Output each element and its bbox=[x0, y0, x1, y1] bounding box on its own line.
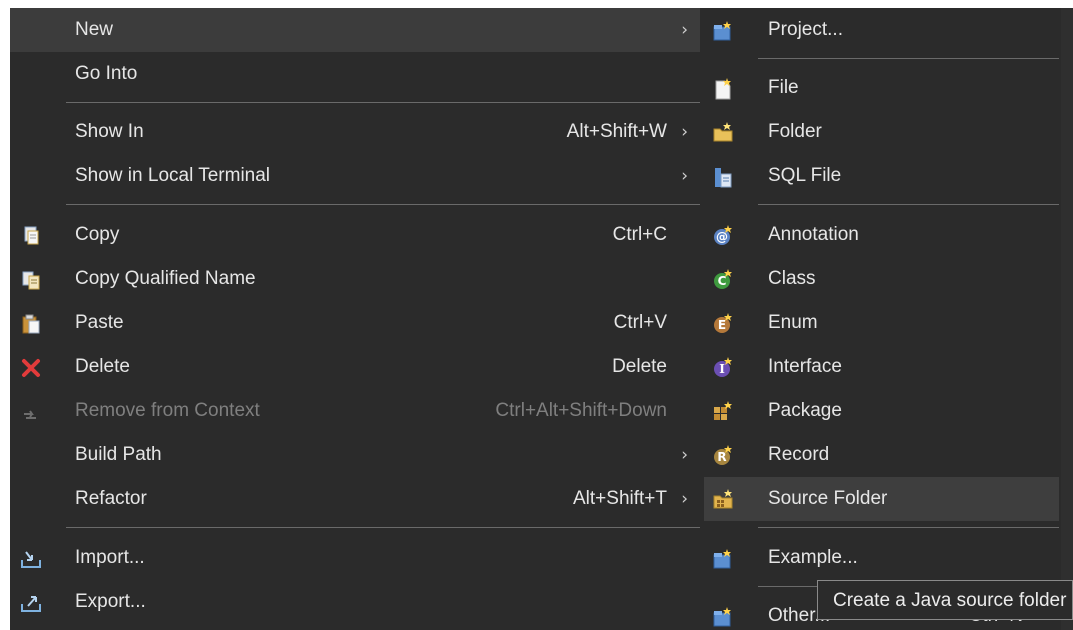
menu-item-label: Show In bbox=[75, 121, 144, 142]
menu-item-label: Copy Qualified Name bbox=[75, 268, 256, 289]
tooltip-text: Create a Java source folder bbox=[833, 590, 1067, 611]
menu-item-show-in[interactable]: Show In Alt+Shift+W › bbox=[10, 110, 700, 154]
menu-item-label: Go Into bbox=[75, 63, 138, 84]
submenu-item-label: Record bbox=[768, 444, 830, 465]
new-package-icon bbox=[714, 401, 732, 420]
submenu-arrow-icon: › bbox=[681, 445, 688, 465]
menu-item-delete[interactable]: Delete Delete bbox=[10, 345, 700, 389]
paste-icon bbox=[22, 314, 40, 334]
menu-item-shortcut: Ctrl+C bbox=[612, 224, 667, 245]
menu-item-shortcut: Ctrl+Alt+Shift+Down bbox=[495, 400, 667, 421]
new-class-icon: C bbox=[714, 269, 732, 289]
menu-item-go-into[interactable]: Go Into bbox=[10, 52, 700, 96]
menu-item-shortcut: Alt+Shift+T bbox=[573, 488, 667, 509]
submenu-item-project[interactable]: Project... bbox=[700, 8, 1073, 52]
menu-item-label: Paste bbox=[75, 312, 124, 333]
menu-item-paste[interactable]: Paste Ctrl+V bbox=[10, 301, 700, 345]
menu-separator bbox=[758, 204, 1059, 205]
submenu-item-class[interactable]: C Class bbox=[700, 257, 1073, 301]
submenu-item-label: Folder bbox=[768, 121, 822, 142]
submenu-item-label: SQL File bbox=[768, 165, 842, 186]
new-enum-icon: E bbox=[714, 313, 732, 333]
delete-icon bbox=[22, 359, 40, 377]
submenu-item-label: Source Folder bbox=[768, 488, 888, 509]
submenu-arrow-icon: › bbox=[681, 20, 688, 40]
new-project-icon bbox=[713, 21, 731, 41]
submenu-item-label: File bbox=[768, 77, 799, 98]
new-source-folder-icon bbox=[713, 489, 733, 509]
submenu-arrow-icon: › bbox=[681, 122, 688, 142]
submenu-item-label: Example... bbox=[768, 547, 858, 568]
menu-item-label: New bbox=[75, 19, 114, 40]
menu-separator bbox=[66, 527, 700, 528]
menu-item-import[interactable]: Import... bbox=[10, 536, 700, 580]
submenu-item-sql-file[interactable]: SQL File bbox=[700, 154, 1073, 198]
new-submenu: Project... File Folder SQL File @ Annota… bbox=[700, 8, 1073, 630]
submenu-item-folder[interactable]: Folder bbox=[700, 110, 1073, 154]
export-icon bbox=[21, 596, 41, 612]
new-example-icon bbox=[713, 549, 731, 569]
menu-item-build-path[interactable]: Build Path › bbox=[10, 433, 700, 477]
copy-qualified-name-icon bbox=[22, 271, 40, 290]
submenu-item-label: Annotation bbox=[768, 224, 859, 245]
menu-item-shortcut: Alt+Shift+W bbox=[566, 121, 667, 142]
menu-item-copy[interactable]: Copy Ctrl+C bbox=[10, 213, 700, 257]
submenu-item-label: Enum bbox=[768, 312, 818, 333]
menu-item-remove-from-context: Remove from Context Ctrl+Alt+Shift+Down bbox=[10, 389, 700, 433]
submenu-arrow-icon: › bbox=[681, 166, 688, 186]
svg-text:C: C bbox=[718, 274, 727, 288]
sql-file-icon bbox=[715, 168, 732, 188]
copy-icon bbox=[24, 226, 39, 245]
submenu-item-example[interactable]: Example... bbox=[700, 536, 1073, 580]
menu-item-label: Refactor bbox=[75, 488, 147, 509]
submenu-item-label: Class bbox=[768, 268, 816, 289]
new-file-icon bbox=[715, 78, 731, 100]
menu-item-label: Delete bbox=[75, 356, 130, 377]
menu-item-label: Export... bbox=[75, 591, 146, 612]
submenu-item-annotation[interactable]: @ Annotation bbox=[700, 213, 1073, 257]
menu-separator bbox=[758, 527, 1059, 528]
menu-item-copy-qualified-name[interactable]: Copy Qualified Name bbox=[10, 257, 700, 301]
menu-item-refactor[interactable]: Refactor Alt+Shift+T › bbox=[10, 477, 700, 521]
submenu-arrow-icon: › bbox=[681, 489, 688, 509]
menu-item-show-in-local-terminal[interactable]: Show in Local Terminal › bbox=[10, 154, 700, 198]
submenu-item-file[interactable]: File bbox=[700, 66, 1073, 110]
menu-item-new[interactable]: New › bbox=[10, 8, 700, 52]
menu-item-shortcut: Delete bbox=[612, 356, 667, 377]
submenu-item-record[interactable]: R Record bbox=[700, 433, 1073, 477]
new-interface-icon: I bbox=[714, 357, 732, 377]
new-folder-icon bbox=[713, 122, 733, 142]
menu-item-label: Import... bbox=[75, 547, 145, 568]
menu-separator bbox=[758, 58, 1059, 59]
menu-item-label: Show in Local Terminal bbox=[75, 165, 271, 186]
new-record-icon: R bbox=[714, 445, 732, 465]
svg-text:E: E bbox=[718, 318, 726, 332]
submenu-item-package[interactable]: Package bbox=[700, 389, 1073, 433]
tooltip: Create a Java source folder bbox=[817, 580, 1073, 620]
submenu-item-label: Project... bbox=[768, 19, 843, 40]
menu-separator bbox=[66, 204, 700, 205]
svg-text:I: I bbox=[719, 362, 725, 376]
menu-item-label: Copy bbox=[75, 224, 120, 245]
context-menu: New › Go Into Show In Alt+Shift+W › Show… bbox=[10, 8, 700, 630]
submenu-item-enum[interactable]: E Enum bbox=[700, 301, 1073, 345]
menu-item-export[interactable]: Export... bbox=[10, 580, 700, 624]
menu-item-label: Build Path bbox=[75, 444, 162, 465]
menu-item-shortcut: Ctrl+V bbox=[613, 312, 667, 333]
new-other-icon bbox=[713, 607, 731, 627]
remove-from-context-icon bbox=[24, 410, 36, 419]
new-annotation-icon: @ bbox=[714, 225, 732, 245]
menu-item-label: Remove from Context bbox=[75, 400, 260, 421]
submenu-item-source-folder[interactable]: Source Folder bbox=[704, 477, 1059, 521]
submenu-item-label: Package bbox=[768, 400, 842, 421]
svg-text:R: R bbox=[717, 450, 726, 464]
submenu-item-label: Interface bbox=[768, 356, 842, 377]
import-icon bbox=[21, 551, 41, 568]
submenu-item-interface[interactable]: I Interface bbox=[700, 345, 1073, 389]
screen: New › Go Into Show In Alt+Shift+W › Show… bbox=[0, 0, 1073, 630]
menu-separator bbox=[66, 102, 700, 103]
